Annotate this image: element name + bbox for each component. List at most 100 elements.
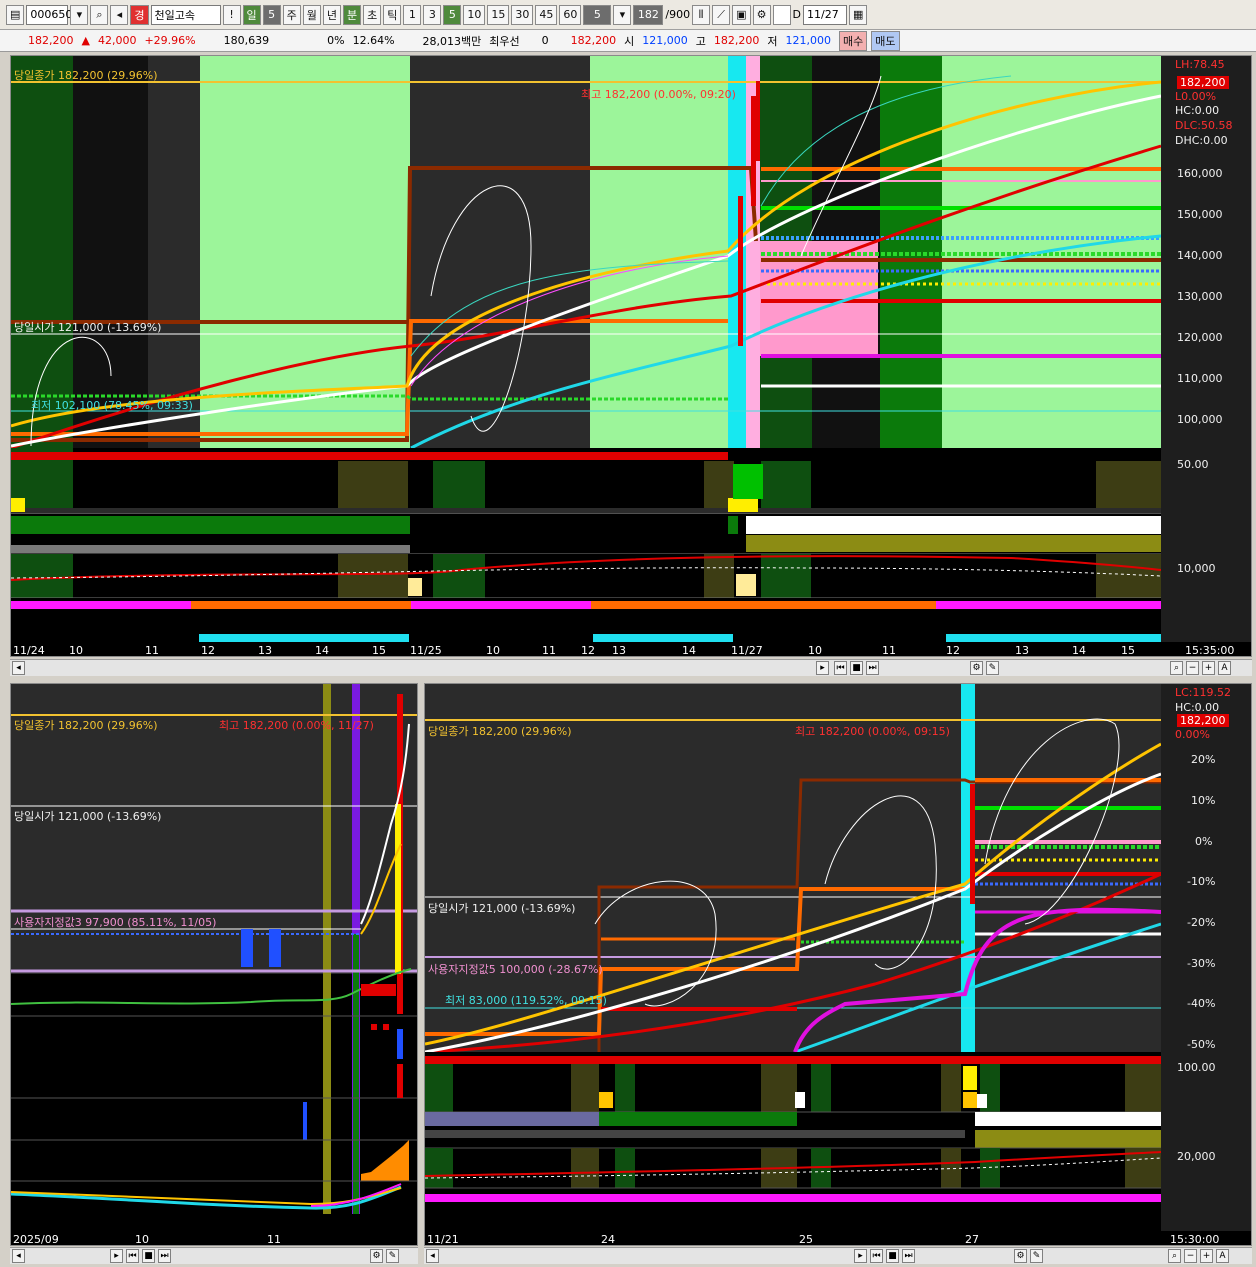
stock-code-input[interactable]: 000650 bbox=[26, 4, 72, 25]
y-label: 100,000 bbox=[1177, 413, 1223, 426]
zoom-out-icon[interactable]: − bbox=[1184, 1249, 1197, 1263]
tab-second[interactable]: 초 bbox=[363, 4, 382, 25]
tab-day[interactable]: 일 bbox=[242, 4, 261, 25]
d-label: D bbox=[792, 8, 801, 21]
top-scrollbar[interactable]: ◂ ▸ ⏮ ■ ⏭ ⚙ ✎ ⌕ − + A bbox=[10, 659, 1252, 676]
left-chart-svg bbox=[11, 684, 417, 1214]
top-chart-pane[interactable]: 당일종가 182,200 (29.96%) 최고 182,200 (0.00%,… bbox=[10, 55, 1252, 657]
tab-month[interactable]: 월 bbox=[302, 4, 321, 25]
bar-count-max: /900 bbox=[665, 8, 691, 21]
day-count[interactable]: 5 bbox=[262, 4, 281, 25]
y-label: 150,000 bbox=[1177, 208, 1223, 221]
search-icon[interactable]: ⌕ bbox=[90, 4, 109, 25]
interval-60[interactable]: 60 bbox=[559, 4, 582, 25]
scroll-right-icon[interactable]: ▸ bbox=[854, 1249, 867, 1263]
top-open-label: 당일시가 121,000 (-13.69%) bbox=[14, 321, 162, 334]
x-label: 15 bbox=[1121, 644, 1135, 657]
last-icon[interactable]: ⏭ bbox=[866, 661, 879, 675]
first-icon[interactable]: ⏮ bbox=[126, 1249, 139, 1263]
right-y-axis[interactable]: LC:119.52 HC:0.00 182,200 0.00% 20% 10% … bbox=[1161, 684, 1251, 1231]
menu-icon[interactable]: ▤ bbox=[6, 4, 25, 25]
scroll-right-icon[interactable]: ▸ bbox=[110, 1249, 123, 1263]
x-label: 11/21 bbox=[427, 1233, 459, 1246]
stop-icon[interactable]: ■ bbox=[886, 1249, 899, 1263]
bar-count[interactable]: 182 bbox=[633, 4, 664, 25]
interval-30[interactable]: 30 bbox=[511, 4, 534, 25]
tab-minute[interactable]: 분 bbox=[343, 4, 362, 25]
interval-5[interactable]: 5 bbox=[443, 4, 462, 25]
search-icon[interactable]: ⌕ bbox=[1168, 1249, 1181, 1263]
interval-45[interactable]: 45 bbox=[535, 4, 558, 25]
stop-icon[interactable]: ■ bbox=[142, 1249, 155, 1263]
info-lc: LC:119.52 bbox=[1175, 686, 1232, 699]
calendar-icon[interactable]: ▦ bbox=[849, 4, 868, 25]
text-icon[interactable]: A bbox=[1218, 661, 1231, 675]
best-value: 0 bbox=[541, 34, 549, 47]
interval-select[interactable]: 5 bbox=[583, 4, 612, 25]
gear-icon[interactable]: ⚙ bbox=[370, 1249, 383, 1263]
interval-3[interactable]: 3 bbox=[423, 4, 442, 25]
right-scrollbar[interactable]: ◂ ▸ ⏮ ■ ⏭ ⚙ ✎ ⌕ − + A bbox=[424, 1247, 1252, 1264]
sub1-label: 50.00 bbox=[1177, 458, 1209, 471]
tool-icon[interactable]: ✎ bbox=[986, 661, 999, 675]
chart-window: ▤ 000650 ▾ ⌕ ◂ 경 천일고속 ! 일 5 주 월 년 분 초 틱 … bbox=[0, 0, 1256, 1267]
time-label: 15:30:00 bbox=[1170, 1233, 1220, 1246]
tool-icon[interactable]: ✎ bbox=[386, 1249, 399, 1263]
low-price: 121,000 bbox=[785, 34, 832, 47]
interval-1[interactable]: 1 bbox=[403, 4, 422, 25]
interval-10[interactable]: 10 bbox=[463, 4, 486, 25]
x-label: 14 bbox=[682, 644, 696, 657]
left-scrollbar[interactable]: ◂ ▸ ⏮ ■ ⏭ ⚙ ✎ bbox=[10, 1247, 418, 1264]
quote-bar: 182,200 ▲ 42,000 +29.96% 180,639 0% 12.6… bbox=[0, 30, 1256, 52]
d-checkbox[interactable] bbox=[772, 4, 791, 25]
tab-tick[interactable]: 틱 bbox=[383, 4, 402, 25]
left-chart-pane[interactable]: 당일종가 182,200 (29.96%) 최고 182,200 (0.00%,… bbox=[10, 683, 418, 1246]
stop-icon[interactable]: ■ bbox=[850, 661, 863, 675]
price-pct: +29.96% bbox=[144, 34, 196, 47]
alert-button[interactable]: ! bbox=[222, 4, 241, 25]
buy-button[interactable]: 매수 bbox=[839, 30, 868, 51]
x-label: 13 bbox=[1015, 644, 1029, 657]
y-label: 130,000 bbox=[1177, 290, 1223, 303]
gear-icon[interactable]: ⚙ bbox=[1014, 1249, 1027, 1263]
chevron-down-icon[interactable]: ▾ bbox=[613, 4, 632, 25]
right-open-label: 당일시가 121,000 (-13.69%) bbox=[428, 902, 576, 915]
last-icon[interactable]: ⏭ bbox=[158, 1249, 171, 1263]
candle-icon[interactable]: ⫴ bbox=[692, 4, 711, 25]
prev-stock-icon[interactable]: ◂ bbox=[110, 4, 129, 25]
search-icon[interactable]: ⌕ bbox=[1170, 661, 1183, 675]
tool-icon[interactable]: ✎ bbox=[1030, 1249, 1043, 1263]
zoom-in-icon[interactable]: + bbox=[1200, 1249, 1213, 1263]
scroll-left-icon[interactable]: ◂ bbox=[426, 1249, 439, 1263]
first-icon[interactable]: ⏮ bbox=[870, 1249, 883, 1263]
interval-15[interactable]: 15 bbox=[487, 4, 510, 25]
gear-icon[interactable]: ⚙ bbox=[970, 661, 983, 675]
left-open-label: 당일시가 121,000 (-13.69%) bbox=[14, 810, 162, 823]
tab-year[interactable]: 년 bbox=[322, 4, 342, 25]
y-label: -50% bbox=[1187, 1038, 1216, 1051]
y-label: 110,000 bbox=[1177, 372, 1223, 385]
x-label: 11/24 bbox=[13, 644, 45, 657]
gear-icon[interactable]: ⚙ bbox=[752, 4, 771, 25]
y-label: 20% bbox=[1191, 753, 1216, 766]
sell-button[interactable]: 매도 bbox=[871, 30, 900, 51]
tab-week[interactable]: 주 bbox=[282, 4, 301, 25]
sub3-label: 10,000 bbox=[1177, 562, 1216, 575]
scroll-right-icon[interactable]: ▸ bbox=[816, 661, 829, 675]
x-label: 27 bbox=[965, 1233, 979, 1246]
zoom-in-icon[interactable]: + bbox=[1202, 661, 1215, 675]
text-icon[interactable]: A bbox=[1216, 1249, 1229, 1263]
zoom-out-icon[interactable]: − bbox=[1186, 661, 1199, 675]
last-icon[interactable]: ⏭ bbox=[902, 1249, 915, 1263]
date-input[interactable]: 11/27 bbox=[803, 4, 847, 25]
right-chart-pane[interactable]: 당일종가 182,200 (29.96%) 최고 182,200 (0.00%,… bbox=[424, 683, 1252, 1246]
x-label: 10 bbox=[69, 644, 83, 657]
draw-icon[interactable]: ⟋ bbox=[712, 4, 731, 25]
scroll-left-icon[interactable]: ◂ bbox=[12, 1249, 25, 1263]
top-y-axis[interactable]: 160,000 150,000 140,000 130,000 120,000 … bbox=[1161, 56, 1251, 642]
stock-name[interactable]: 천일고속 bbox=[150, 4, 221, 25]
save-icon[interactable]: ▣ bbox=[732, 4, 751, 25]
chevron-down-icon[interactable]: ▾ bbox=[70, 4, 89, 25]
first-icon[interactable]: ⏮ bbox=[834, 661, 847, 675]
scroll-left-icon[interactable]: ◂ bbox=[12, 661, 25, 675]
